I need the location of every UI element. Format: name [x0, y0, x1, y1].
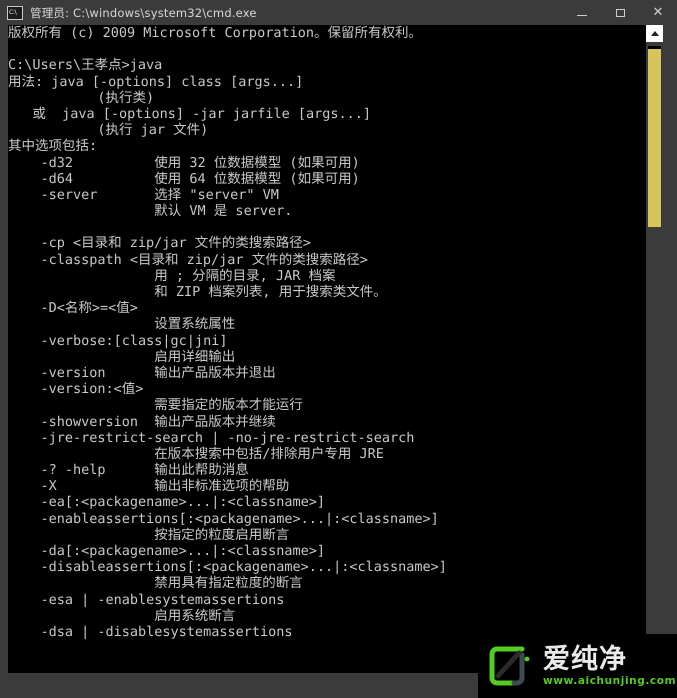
console-output-area[interactable]: 版权所有 (c) 2009 Microsoft Corporation。保留所有… — [8, 25, 663, 673]
window-controls: ✕ — [563, 0, 677, 25]
console-line: (执行类) — [8, 89, 155, 106]
watermark-url: www.aichunjing.com — [543, 674, 677, 687]
console-line: (执行 jar 文件) — [8, 122, 209, 139]
console-line: -? -help 输出此帮助消息 — [8, 462, 249, 479]
scroll-up-arrow[interactable] — [646, 25, 663, 42]
console-line: -version 输出产品版本并退出 — [8, 364, 276, 381]
console-line: 或 java [-options] -jar jarfile [args...] — [8, 105, 371, 122]
console-line: -version:<值> — [8, 381, 144, 398]
watermark-overlay: 爱纯净 www.aichunjing.com — [478, 634, 677, 698]
console-line: -verbose:[class|gc|jni] — [8, 332, 228, 349]
console-line: 用法: java [-options] class [args...] — [8, 73, 304, 90]
console-line: 启用详细输出 — [8, 348, 236, 365]
console-line: C:\Users\王孝点>java — [8, 57, 163, 74]
window-title: 管理员: C:\windows\system32\cmd.exe — [30, 5, 257, 20]
console-line: -cp <目录和 zip/jar 文件的类搜索路径> — [8, 235, 311, 252]
console-line: -D<名称>=<值> — [8, 300, 138, 317]
console-line: -d32 使用 32 位数据模型 (如果可用) — [8, 154, 360, 171]
maximize-icon — [615, 8, 625, 17]
minimize-icon — [577, 14, 587, 16]
console-line: -esa | -enablesystemassertions — [8, 591, 285, 608]
close-button[interactable]: ✕ — [639, 0, 677, 25]
watermark-text: 爱纯净 www.aichunjing.com — [543, 643, 677, 688]
console-line: 设置系统属性 — [8, 316, 236, 333]
console-line: 版权所有 (c) 2009 Microsoft Corporation。保留所有… — [8, 25, 422, 41]
console-line: -da[:<packagename>...|:<classname>] — [8, 543, 325, 559]
console-line: 默认 VM 是 server. — [8, 203, 293, 220]
console-line: -ea[:<packagename>...|:<classname>] — [8, 494, 325, 511]
console-line: 禁用具有指定粒度的断言 — [8, 575, 303, 592]
scrollbar-track[interactable] — [646, 42, 663, 656]
cmd-icon: C:\ — [7, 5, 23, 20]
console-line: 其中选项包括: — [8, 138, 98, 155]
console-line: 用 ; 分隔的目录, JAR 档案 — [8, 267, 336, 284]
console-line: -d64 使用 64 位数据模型 (如果可用) — [8, 170, 360, 187]
console-line: 在版本搜索中包括/排除用户专用 JRE — [8, 445, 384, 462]
chevron-up-icon — [650, 31, 659, 36]
console-line: 启用系统断言 — [8, 607, 236, 624]
minimize-button[interactable] — [563, 0, 601, 25]
watermark-brand: 爱纯净 — [543, 643, 627, 675]
cmd-icon-glyph: C:\ — [9, 8, 17, 16]
console-scrollbar[interactable] — [646, 25, 663, 673]
console-line: 和 ZIP 档案列表, 用于搜索类文件。 — [8, 284, 387, 300]
close-icon: ✕ — [652, 5, 664, 20]
console-line: -classpath <目录和 zip/jar 文件的类搜索路径> — [8, 251, 368, 268]
aichunjing-logo-icon — [488, 645, 534, 687]
console-line: -enableassertions[:<packagename>...|:<cl… — [8, 510, 439, 527]
console-line: -showversion 输出产品版本并继续 — [8, 413, 276, 430]
console-line: -X 输出非标准选项的帮助 — [8, 478, 290, 495]
title-bar[interactable]: C:\ 管理员: C:\windows\system32\cmd.exe ✕ — [0, 0, 677, 25]
console-line: 需要指定的版本才能运行 — [8, 397, 303, 414]
console-line: -server 选择 "server" VM — [8, 186, 279, 203]
scrollbar-thumb[interactable] — [648, 46, 661, 227]
maximize-button[interactable] — [601, 0, 639, 25]
console-line: -disableassertions[:<packagename>...|:<c… — [8, 559, 447, 576]
cmd-window: C:\ 管理员: C:\windows\system32\cmd.exe ✕ 版… — [0, 0, 677, 698]
console-text: 版权所有 (c) 2009 Microsoft Corporation。保留所有… — [8, 25, 648, 640]
console-line: 按指定的粒度启用断言 — [8, 526, 290, 543]
console-line: -jre-restrict-search | -no-jre-restrict-… — [8, 429, 415, 446]
